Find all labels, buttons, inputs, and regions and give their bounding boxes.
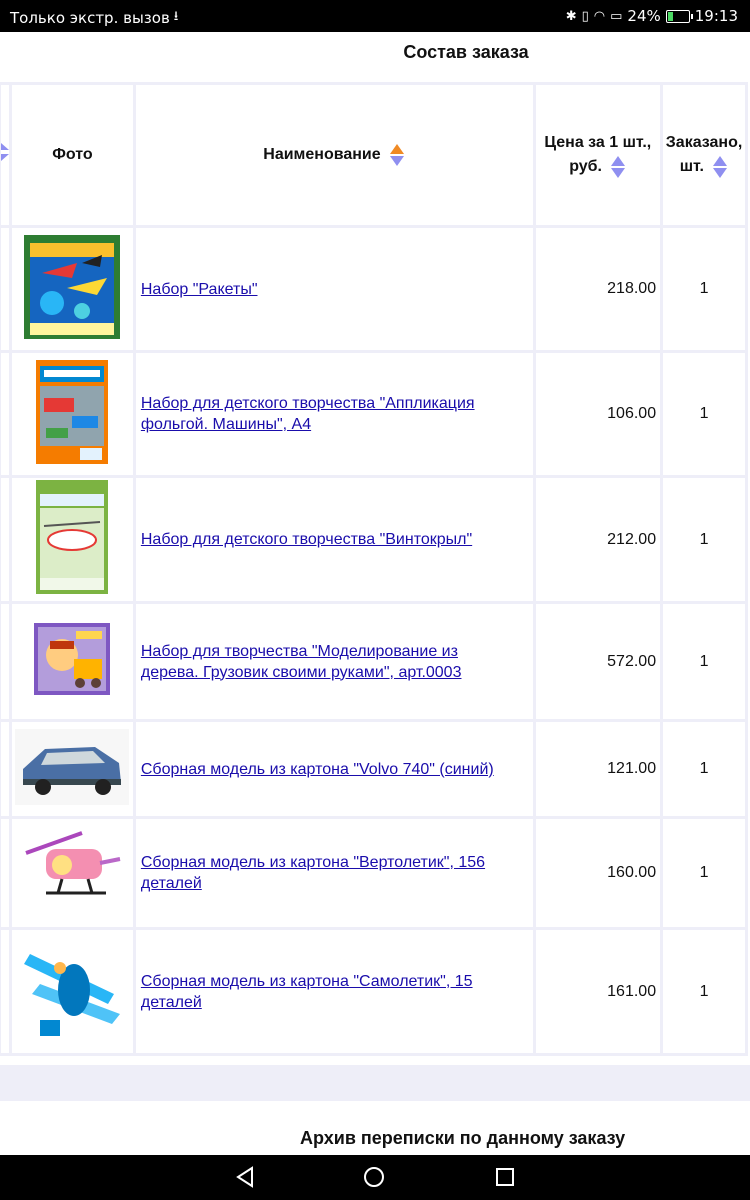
qty-cell: 1	[660, 927, 748, 1056]
table-row: Сборная модель из картона "Самолетик", 1…	[0, 927, 748, 1056]
header-price-unit[interactable]: руб.	[569, 158, 602, 175]
product-name-cell: Набор для творчества "Моделирование из де…	[132, 601, 536, 722]
product-image[interactable]	[22, 823, 122, 924]
header-photo: Фото	[9, 82, 136, 228]
product-name-cell: Набор для детского творчества "Аппликаци…	[132, 350, 536, 478]
product-image[interactable]	[15, 728, 130, 810]
header-qty[interactable]: Заказано, шт.	[660, 82, 748, 228]
page-title: Состав заказа	[403, 42, 529, 62]
product-link[interactable]: Набор для детского творчества "Аппликаци…	[141, 395, 475, 433]
product-link[interactable]: Набор для творчества "Моделирование из де…	[141, 643, 462, 681]
price-cell: 106.00	[532, 350, 664, 478]
price-cell: 121.00	[532, 719, 664, 819]
table-row: Сборная модель из картона "Вертолетик", …	[0, 816, 748, 930]
price-cell: 218.00	[532, 225, 664, 353]
battery-icon	[665, 9, 693, 23]
qty-cell: 1	[660, 475, 748, 604]
header-name-label[interactable]: Наименование	[263, 146, 380, 163]
product-photo-cell[interactable]	[9, 225, 136, 353]
product-photo-cell[interactable]	[9, 475, 136, 604]
product-image[interactable]	[34, 478, 110, 601]
product-name-cell: Сборная модель из картона "Volvo 740" (с…	[132, 719, 536, 819]
header-qty-label[interactable]: Заказано,	[663, 131, 745, 155]
download-icon: ⭳	[173, 9, 179, 24]
product-name-cell: Сборная модель из картона "Вертолетик", …	[132, 816, 536, 930]
wifi-icon: ◠	[593, 8, 606, 24]
product-photo-cell[interactable]	[9, 601, 136, 722]
table-footer	[0, 1065, 750, 1101]
header-price-label[interactable]: Цена за 1 шт.,	[536, 131, 661, 155]
product-link[interactable]: Сборная модель из картона "Самолетик", 1…	[141, 973, 473, 1011]
header-photo-label: Фото	[52, 146, 93, 163]
table-row: Набор для детского творчества "Винтокрыл…	[0, 475, 748, 604]
price-cell: 161.00	[532, 927, 664, 1056]
qty-cell: 1	[660, 601, 748, 722]
header-name[interactable]: Наименование	[132, 82, 536, 228]
recent-apps-icon[interactable]	[494, 1166, 516, 1193]
sort-icon[interactable]	[1, 142, 9, 169]
table-row: Сборная модель из картона "Volvo 740" (с…	[0, 719, 748, 819]
product-link[interactable]: Сборная модель из картона "Вертолетик", …	[141, 854, 485, 892]
table-row: Набор "Ракеты" 218.00 1	[0, 225, 748, 353]
header-price[interactable]: Цена за 1 шт., руб.	[532, 82, 664, 228]
product-image[interactable]	[22, 233, 122, 346]
sim-icon: ▭	[610, 8, 623, 24]
product-photo-cell[interactable]	[9, 816, 136, 930]
vibrate-icon: ▯	[581, 8, 589, 24]
battery-percent: 24%	[627, 7, 661, 25]
product-photo-cell[interactable]	[9, 350, 136, 478]
product-name-cell: Набор "Ракеты"	[132, 225, 536, 353]
product-image[interactable]	[34, 358, 110, 471]
qty-cell: 1	[660, 719, 748, 819]
product-image[interactable]	[20, 934, 124, 1049]
navigation-bar	[0, 1155, 750, 1200]
bluetooth-icon: ✱	[565, 8, 577, 24]
product-link[interactable]: Сборная модель из картона "Volvo 740" (с…	[141, 761, 494, 778]
order-table: Фото Наименование Цена за 1 шт., руб. За…	[0, 82, 748, 1056]
sort-qty-icon[interactable]	[712, 155, 728, 179]
price-cell: 572.00	[532, 601, 664, 722]
product-link[interactable]: Набор для детского творчества "Винтокрыл…	[141, 531, 472, 548]
product-link[interactable]: Набор "Ракеты"	[141, 281, 258, 298]
qty-cell: 1	[660, 350, 748, 478]
table-row: Набор для детского творчества "Аппликаци…	[0, 350, 748, 478]
carrier-text: Только экстр. вызов	[10, 9, 170, 27]
product-photo-cell[interactable]	[9, 719, 136, 819]
table-header-row: Фото Наименование Цена за 1 шт., руб. За…	[0, 82, 748, 228]
home-icon[interactable]	[363, 1166, 385, 1193]
product-name-cell: Сборная модель из картона "Самолетик", 1…	[132, 927, 536, 1056]
table-row: Набор для творчества "Моделирование из де…	[0, 601, 748, 722]
clock: 19:13	[694, 7, 738, 25]
archive-title: Архив переписки по данному заказу	[300, 1128, 626, 1148]
header-lead-cell[interactable]	[0, 82, 12, 228]
qty-cell: 1	[660, 816, 748, 930]
header-qty-unit[interactable]: шт.	[680, 158, 704, 175]
product-photo-cell[interactable]	[9, 927, 136, 1056]
price-cell: 160.00	[532, 816, 664, 930]
product-image[interactable]	[32, 619, 112, 704]
status-bar: Только экстр. вызов ⭳ ✱ ▯ ◠ ▭ 24% 19:13	[0, 0, 750, 32]
sort-price-icon[interactable]	[610, 155, 626, 179]
price-cell: 212.00	[532, 475, 664, 604]
sort-name-icon[interactable]	[389, 143, 405, 167]
back-icon[interactable]	[234, 1166, 256, 1193]
product-name-cell: Набор для детского творчества "Винтокрыл…	[132, 475, 536, 604]
qty-cell: 1	[660, 225, 748, 353]
